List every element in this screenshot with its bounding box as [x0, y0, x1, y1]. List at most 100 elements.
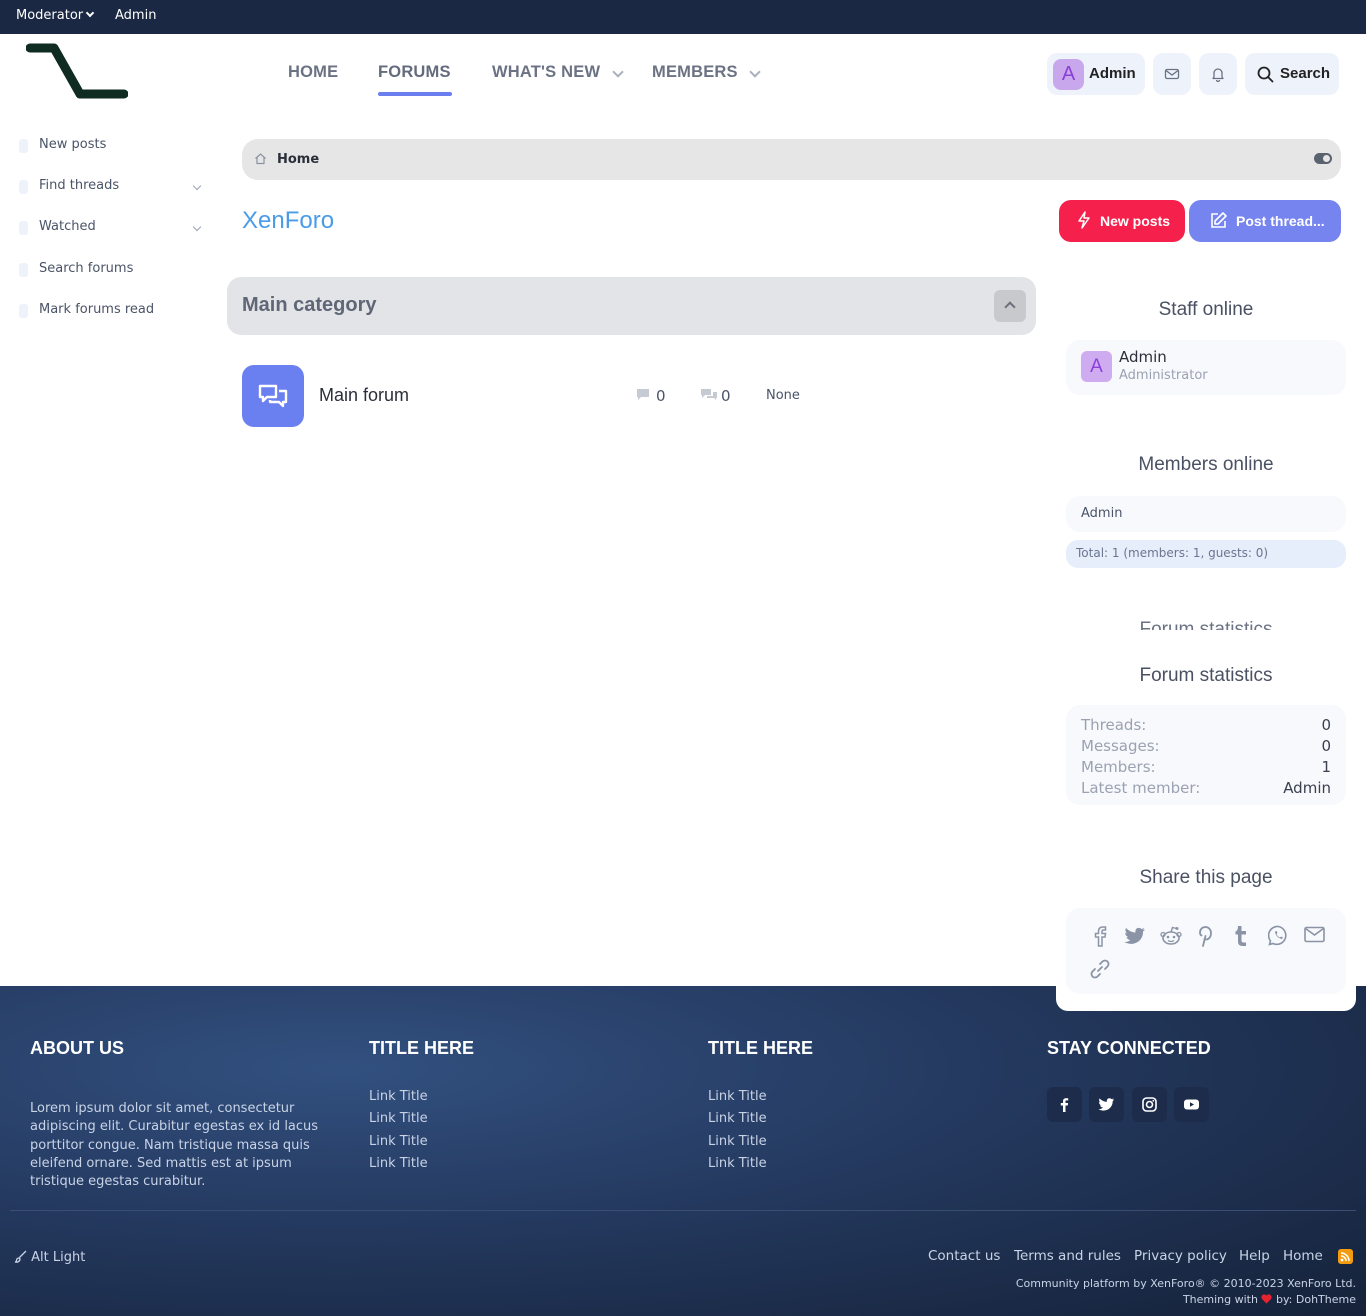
avatar[interactable]: A [1081, 351, 1112, 382]
site-logo[interactable] [26, 42, 128, 106]
moderator-label: Moderator [16, 8, 84, 23]
chat-bubbles-icon [258, 384, 288, 408]
staff-member-role: Administrator [1119, 368, 1208, 383]
members-online-title: Members online [1138, 454, 1274, 475]
staff-member-name[interactable]: Admin [1119, 348, 1167, 366]
stat-value: 1 [1321, 758, 1331, 776]
footer-link-help[interactable]: Help [1239, 1248, 1270, 1264]
breadcrumb: Home [242, 139, 1341, 180]
online-total: Total: 1 (members: 1, guests: 0) [1066, 540, 1346, 568]
forum-statistics-ghost-title: Forum statistics [1066, 620, 1346, 630]
style-toggle[interactable] [1314, 153, 1332, 164]
category-title[interactable]: Main category [242, 294, 376, 317]
footer-link[interactable]: Link Title [708, 1111, 767, 1126]
footer-link[interactable]: Link Title [369, 1089, 428, 1104]
style-chooser[interactable]: Alt Light [14, 1248, 85, 1265]
bullet-icon [19, 263, 28, 277]
nav-members[interactable]: MEMBERS [652, 63, 738, 82]
chevron-up-icon [1004, 301, 1016, 313]
stat-row-threads: Threads: 0 [1081, 716, 1331, 737]
footer-col3-title: TITLE HERE [708, 1038, 814, 1058]
social-twitter-button[interactable] [1089, 1087, 1124, 1122]
chevron-down-icon[interactable] [749, 66, 761, 78]
social-youtube-button[interactable] [1174, 1087, 1209, 1122]
latest-member-link[interactable]: Admin [1283, 779, 1331, 797]
footer-link-contact[interactable]: Contact us [928, 1248, 1000, 1264]
copyright-text: Community platform by XenForo® © 2010-20… [1015, 1277, 1356, 1290]
search-label: Search [1280, 65, 1331, 82]
breadcrumb-home[interactable]: Home [277, 152, 319, 167]
sidebar-item-label: Find threads [39, 178, 120, 193]
stat-label: Latest member: [1081, 779, 1201, 797]
forum-threads-stat: 0 [635, 386, 675, 406]
footer-link[interactable]: Link Title [369, 1156, 428, 1171]
nav-home[interactable]: HOME [288, 63, 338, 82]
online-member-link[interactable]: Admin [1081, 506, 1122, 521]
twitter-icon[interactable] [1124, 927, 1146, 945]
inbox-button[interactable] [1153, 53, 1191, 95]
footer-link[interactable]: Link Title [708, 1089, 767, 1104]
thread-count: 0 [656, 387, 666, 405]
alerts-button[interactable] [1199, 53, 1237, 95]
moderator-menu[interactable]: Moderator [16, 8, 95, 23]
forum-last-post: None [766, 388, 800, 403]
facebook-icon [1060, 1098, 1069, 1112]
nav-forums[interactable]: FORUMS [378, 63, 451, 82]
chevron-down-icon[interactable] [192, 181, 202, 191]
link-icon[interactable] [1089, 958, 1111, 980]
footer-link[interactable]: Link Title [708, 1134, 767, 1149]
bullet-icon [19, 304, 28, 318]
footer-link[interactable]: Link Title [369, 1111, 428, 1126]
instagram-icon [1142, 1097, 1157, 1112]
admin-link[interactable]: Admin [115, 8, 156, 23]
stat-value: 0 [1321, 737, 1331, 755]
footer-link-terms[interactable]: Terms and rules [1014, 1248, 1121, 1264]
bell-icon [1212, 68, 1224, 82]
search-button[interactable]: Search [1245, 53, 1339, 95]
chevron-down-icon[interactable] [612, 66, 624, 78]
sidebar-item-label: Watched [39, 219, 96, 234]
social-instagram-button[interactable] [1132, 1087, 1167, 1122]
stat-label: Messages: [1081, 737, 1160, 755]
staff-online-title: Staff online [1158, 299, 1254, 320]
twitter-icon [1098, 1098, 1115, 1111]
footer-about-text: Lorem ipsum dolor sit amet, consectetur … [30, 1101, 319, 1190]
forum-messages-stat: 0 [700, 386, 740, 406]
edit-icon [1211, 212, 1227, 228]
footer-link[interactable]: Link Title [369, 1134, 428, 1149]
footer-divider [10, 1210, 1356, 1211]
style-chooser-label: Alt Light [31, 1250, 86, 1265]
footer-link[interactable]: Link Title [708, 1156, 767, 1171]
footer-link-privacy[interactable]: Privacy policy [1134, 1248, 1227, 1264]
avatar: A [1053, 59, 1084, 90]
forum-statistics-title: Forum statistics [1139, 665, 1273, 686]
rss-icon[interactable] [1338, 1249, 1353, 1264]
share-buttons [1066, 908, 1346, 994]
social-facebook-button[interactable] [1047, 1087, 1082, 1122]
forum-title[interactable]: Main forum [319, 385, 409, 406]
theme-credit: Theming with by: DohTheme [1016, 1292, 1356, 1308]
online-total-text: Total: 1 (members: 1, guests: 0) [1076, 546, 1269, 560]
post-thread-button[interactable]: Post thread... [1189, 200, 1341, 242]
footer-link-home[interactable]: Home [1283, 1248, 1323, 1264]
tumblr-icon[interactable] [1234, 925, 1248, 947]
whatsapp-icon[interactable] [1268, 925, 1289, 946]
facebook-icon[interactable] [1092, 925, 1108, 947]
collapse-button[interactable] [994, 290, 1026, 322]
nav-whats-new[interactable]: WHAT'S NEW [492, 63, 600, 82]
sidebar-item-label: Search forums [39, 261, 134, 276]
chevron-down-icon [85, 8, 95, 18]
theme-author-link[interactable]: by: DohTheme [1276, 1293, 1356, 1306]
stat-row-messages: Messages: 0 [1081, 737, 1331, 758]
chevron-down-icon[interactable] [192, 222, 202, 232]
bolt-icon [1078, 211, 1090, 229]
account-button[interactable]: A Admin [1047, 53, 1145, 95]
comment-icon [637, 389, 649, 400]
pinterest-icon[interactable] [1198, 925, 1214, 947]
staff-bar: Moderator Admin [0, 0, 1366, 34]
sidebar-item-label: Mark forums read [39, 302, 155, 317]
new-posts-button[interactable]: New posts [1059, 200, 1185, 242]
reddit-icon[interactable] [1160, 926, 1182, 946]
email-icon[interactable] [1304, 926, 1325, 943]
staff-online-box: A Admin Administrator [1066, 340, 1346, 395]
